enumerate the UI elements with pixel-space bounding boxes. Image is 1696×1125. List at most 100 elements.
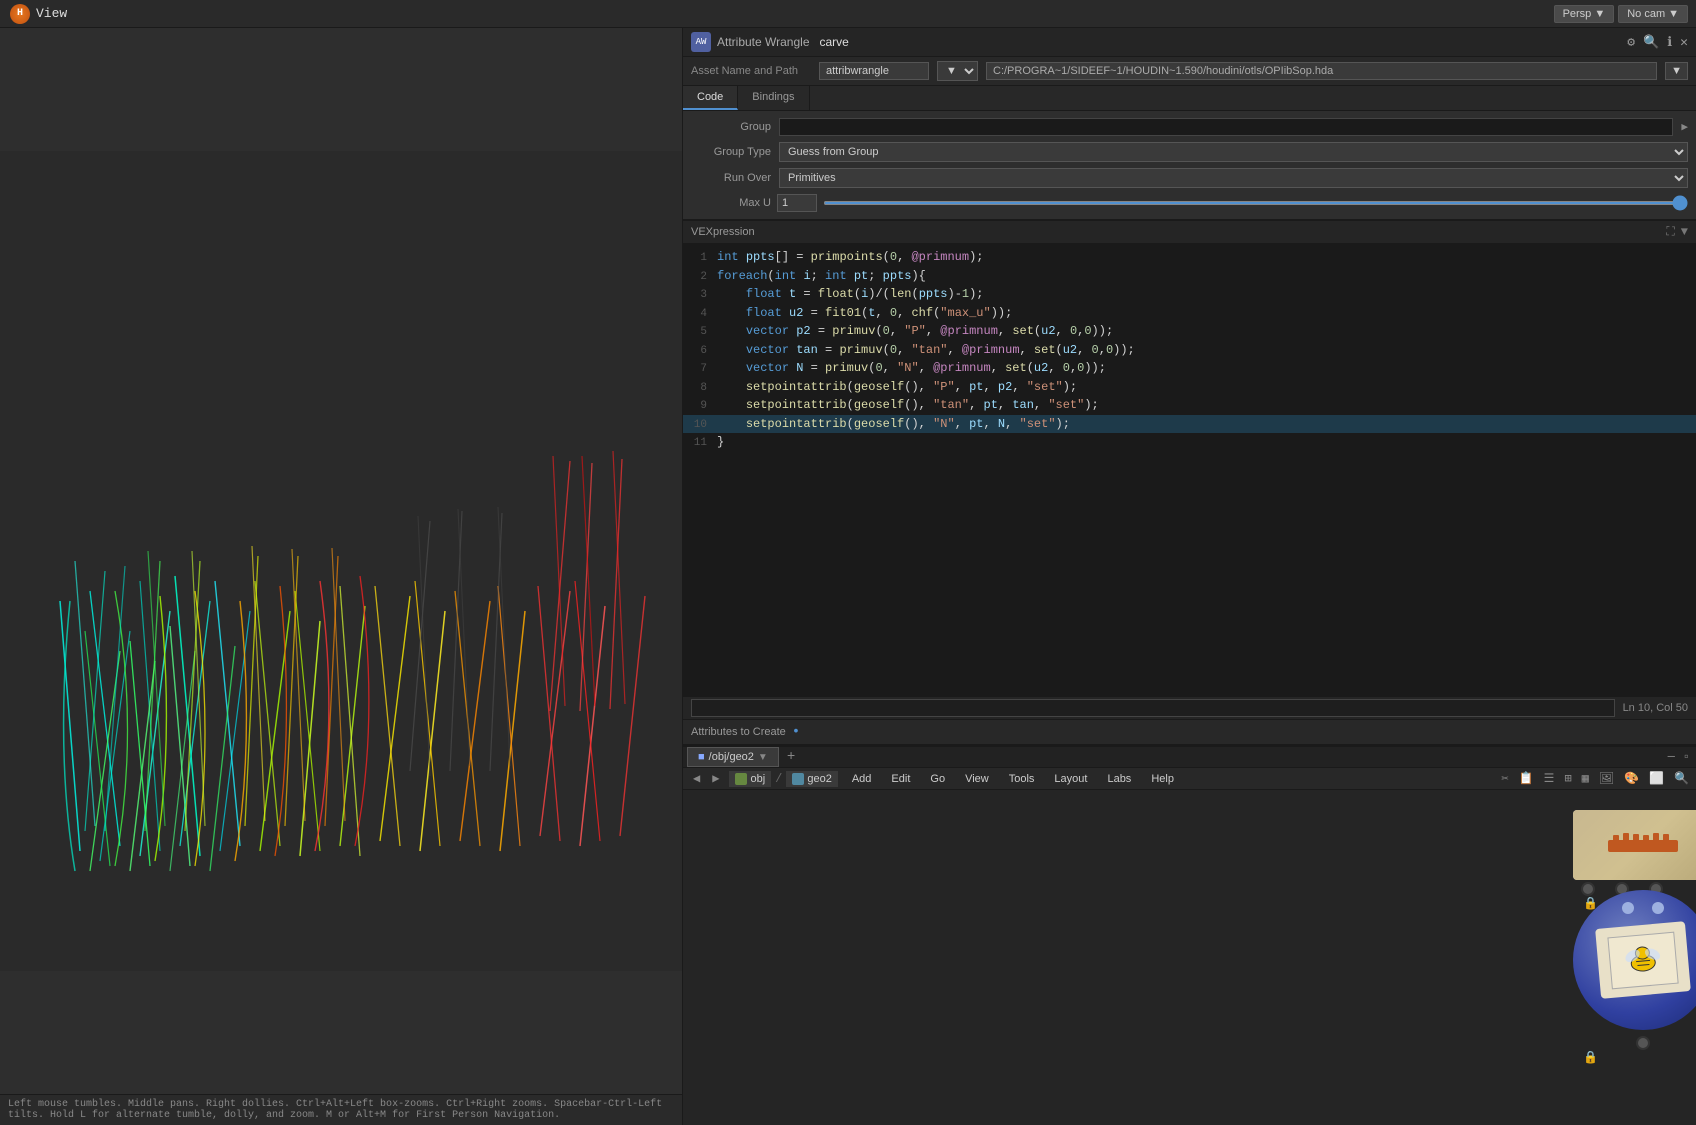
breadcrumb-obj[interactable]: obj: [729, 771, 771, 787]
cam-dropdown[interactable]: No cam ▼: [1618, 5, 1688, 23]
menu-edit[interactable]: Edit: [881, 769, 920, 789]
menu-layout[interactable]: Layout: [1044, 769, 1097, 789]
code-editor[interactable]: 1 int ppts[] = primpoints(0, @primnum); …: [683, 244, 1696, 696]
network-tab-geo2[interactable]: ■ /obj/geo2 ▼: [687, 747, 779, 767]
node-box-guideprocess1: [1573, 810, 1696, 880]
net-tool-copy[interactable]: 📋: [1516, 769, 1537, 788]
close-icon[interactable]: ✕: [1680, 35, 1688, 50]
net-tool-img1[interactable]: 🖼: [1596, 769, 1617, 788]
breadcrumb-geo2[interactable]: geo2: [786, 771, 837, 787]
group-arrow-icon[interactable]: ▶: [1681, 120, 1688, 134]
breadcrumb-obj-label: obj: [750, 773, 765, 785]
carve-dot-1: [1622, 902, 1634, 914]
run-over-row: Run Over Primitives: [683, 165, 1696, 191]
right-panel: AW Attribute Wrangle carve ⚙ 🔍 ℹ ✕ Asset…: [682, 28, 1696, 1125]
asset-name-input[interactable]: [819, 62, 929, 80]
add-tab-button[interactable]: +: [783, 749, 799, 765]
max-u-row: Max U: [683, 191, 1696, 215]
carve-inner-image: [1595, 921, 1691, 999]
run-over-label: Run Over: [691, 172, 771, 184]
carve-node[interactable]: 🔒: [1573, 890, 1696, 1065]
asset-row: Asset Name and Path ▼ ▼: [683, 57, 1696, 86]
menu-labs[interactable]: Labs: [1097, 769, 1141, 789]
nav-back-icon[interactable]: ◀: [687, 768, 706, 789]
settings-icon[interactable]: ⚙: [1627, 35, 1635, 50]
max-u-label: Max U: [691, 197, 771, 209]
group-label: Group: [691, 121, 771, 133]
net-tool-list[interactable]: ☰: [1541, 769, 1558, 788]
vex-label: VEXpression: [691, 226, 755, 238]
persp-dropdown[interactable]: Persp ▼: [1554, 5, 1615, 23]
net-minimize-icon[interactable]: ─: [1666, 748, 1677, 766]
net-tool-search[interactable]: 🔍: [1671, 769, 1692, 788]
tab-row: Code Bindings: [683, 86, 1696, 111]
net-tool-img3[interactable]: ⬜: [1646, 769, 1667, 788]
tab-geo-label: /obj/geo2: [709, 751, 754, 763]
max-u-slider[interactable]: [823, 201, 1688, 205]
asset-path-input[interactable]: [986, 62, 1657, 80]
carve-circle: [1573, 890, 1696, 1030]
viewport-panel: Left mouse tumbles. Middle pans. Right d…: [0, 28, 682, 1125]
status-input[interactable]: [691, 699, 1615, 717]
code-line-5: 5 vector p2 = primuv(0, "P", @primnum, s…: [683, 322, 1696, 341]
asset-dropdown[interactable]: ▼: [937, 61, 978, 81]
net-tool-table[interactable]: ▦: [1579, 769, 1592, 788]
info-icon[interactable]: ℹ: [1667, 35, 1672, 50]
menu-tools[interactable]: Tools: [999, 769, 1045, 789]
net-tool-grid[interactable]: ⊞: [1561, 769, 1574, 788]
network-icons-right: ─ ▫: [1666, 748, 1692, 766]
net-menu-items: Add Edit Go View Tools Layout Labs Help: [842, 769, 1184, 789]
code-line-3: 3 float t = float(i)/(len(ppts)-1);: [683, 285, 1696, 304]
net-menu-right: ✂ 📋 ☰ ⊞ ▦ 🖼 🎨 ⬜ 🔍: [1498, 769, 1692, 788]
vex-settings-icon[interactable]: ▼: [1681, 225, 1688, 239]
viewport-help-text: Left mouse tumbles. Middle pans. Right d…: [8, 1099, 662, 1121]
vex-icons: ⛶ ▼: [1666, 225, 1688, 239]
attr-dot-icon: •: [792, 724, 800, 740]
tab-code[interactable]: Code: [683, 86, 738, 110]
aw-panel: AW Attribute Wrangle carve ⚙ 🔍 ℹ ✕ Asset…: [683, 28, 1696, 745]
guideprocess1-thumbnail: [1573, 810, 1696, 880]
code-line-11: 11 }: [683, 433, 1696, 452]
top-bar: H View Persp ▼ No cam ▼: [0, 0, 1696, 28]
aw-node-name: carve: [820, 35, 849, 49]
run-over-select[interactable]: Primitives: [779, 168, 1688, 188]
tab-bindings[interactable]: Bindings: [738, 86, 809, 110]
asset-path-btn[interactable]: ▼: [1665, 62, 1688, 80]
net-close-icon[interactable]: ▫: [1681, 748, 1692, 766]
group-type-row: Group Type Guess from Group: [683, 139, 1696, 165]
group-type-label: Group Type: [691, 146, 771, 158]
network-canvas[interactable]: 🔒 guideprocess1 Geometry: [683, 790, 1696, 1125]
net-tool-img2[interactable]: 🎨: [1621, 769, 1642, 788]
menu-add[interactable]: Add: [842, 769, 882, 789]
nav-forward-icon[interactable]: ▶: [706, 768, 725, 789]
attr-create-label: Attributes to Create: [691, 726, 786, 738]
aw-title-label: Attribute Wrangle: [717, 35, 810, 49]
group-input[interactable]: [779, 118, 1673, 136]
code-line-2: 2 foreach(int i; int pt; ppts){: [683, 267, 1696, 286]
search-icon[interactable]: 🔍: [1643, 35, 1659, 50]
tab-geo-icon: ■: [698, 751, 705, 763]
carve-dot-2: [1652, 902, 1664, 914]
app-title-area: H View: [0, 4, 77, 24]
menu-go[interactable]: Go: [920, 769, 955, 789]
network-menu-row: ◀ ▶ obj / geo2 Add Edit Go: [683, 768, 1696, 790]
aw-header-icons: ⚙ 🔍 ℹ ✕: [1627, 35, 1688, 50]
group-type-select[interactable]: Guess from Group: [779, 142, 1688, 162]
aw-node-icon: AW: [691, 32, 711, 52]
code-line-10: 10 setpointattrib(geoself(), "N", pt, N,…: [683, 415, 1696, 434]
max-u-input[interactable]: [777, 194, 817, 212]
menu-view[interactable]: View: [955, 769, 999, 789]
code-line-8: 8 setpointattrib(geoself(), "P", pt, p2,…: [683, 378, 1696, 397]
code-line-9: 9 setpointattrib(geoself(), "tan", pt, t…: [683, 396, 1696, 415]
menu-help[interactable]: Help: [1141, 769, 1184, 789]
net-tool-cut[interactable]: ✂: [1498, 769, 1511, 788]
carve-connector-1[interactable]: [1636, 1036, 1650, 1050]
vex-expand-icon[interactable]: ⛶: [1666, 225, 1674, 239]
code-line-6: 6 vector tan = primuv(0, "tan", @primnum…: [683, 341, 1696, 360]
tab-close-icon[interactable]: ▼: [758, 752, 768, 763]
viewport-canvas[interactable]: [0, 28, 682, 1094]
carve-dots: [1622, 902, 1664, 914]
app-icon: H: [10, 4, 30, 24]
carve-lock-icon: 🔒: [1583, 1050, 1696, 1065]
code-line-7: 7 vector N = primuv(0, "N", @primnum, se…: [683, 359, 1696, 378]
